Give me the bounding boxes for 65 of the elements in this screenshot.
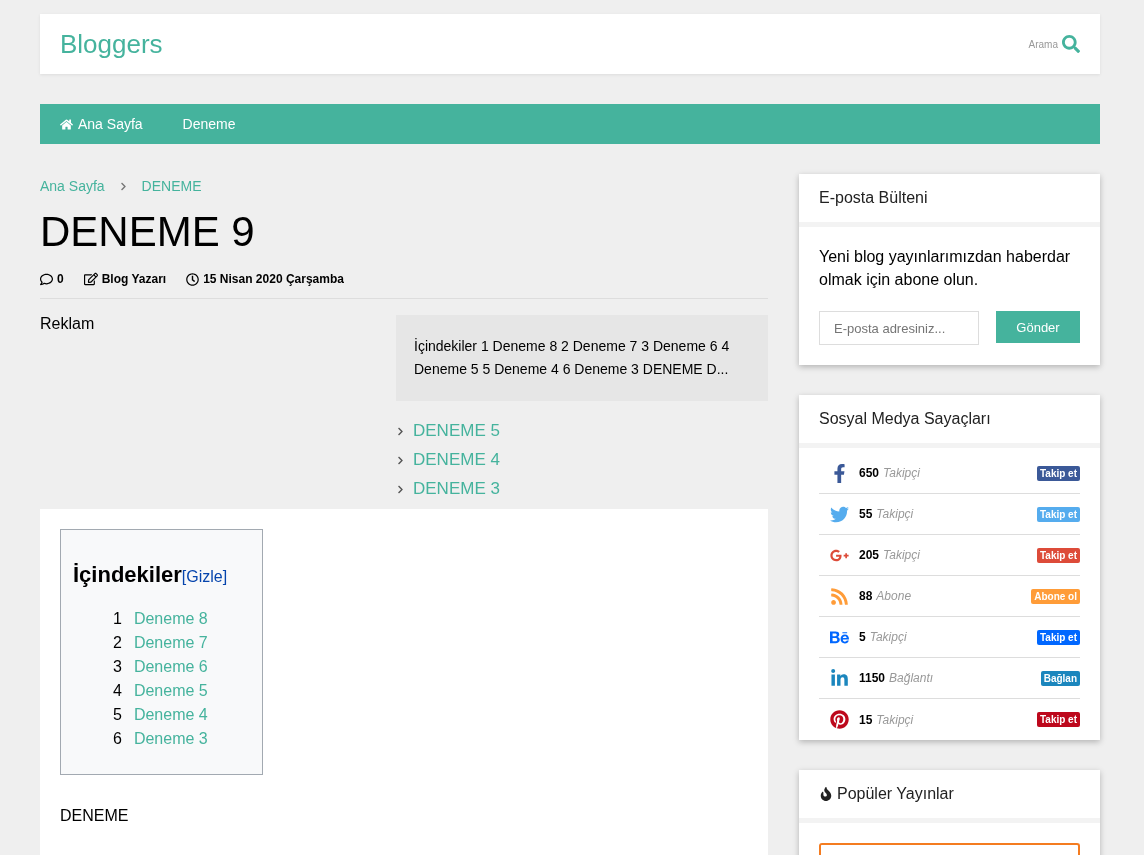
chevron-icon — [396, 426, 405, 436]
post-body: DENEME — [60, 807, 130, 825]
comment-count: 0 — [57, 272, 64, 286]
clock-icon — [186, 272, 200, 286]
edit-icon — [83, 272, 98, 286]
rss-icon — [829, 586, 849, 606]
follow-button[interactable]: Bağlan — [1040, 670, 1080, 686]
pinterest-icon — [829, 710, 849, 729]
toc-title: İçindekiler — [73, 562, 182, 588]
breadcrumb-link[interactable]: Ana Sayfa — [40, 178, 105, 194]
follow-button[interactable]: Takip et — [1036, 547, 1080, 563]
ad-label: Reklam — [40, 315, 95, 334]
widget-title: Sosyal Medya Sayaçları — [799, 395, 1100, 448]
email-field[interactable]: E-posta adresiniz... — [819, 311, 979, 345]
author-name: Blog Yazarı — [101, 272, 167, 286]
follower-count: 205 — [859, 548, 880, 562]
follower-count: 55 — [859, 507, 873, 521]
toc-link[interactable]: 3 Deneme 6 — [113, 658, 250, 676]
chevron-icon — [118, 181, 128, 191]
site-logo[interactable]: Bloggers — [60, 28, 163, 60]
search-button[interactable]: Arama — [1028, 35, 1080, 53]
follow-button[interactable]: Takip et — [1036, 506, 1080, 522]
follower-count: 650 — [859, 466, 880, 480]
search-icon — [1062, 35, 1080, 53]
breadcrumb-link[interactable]: DENEME — [141, 178, 202, 194]
count-unit: Takipçi — [883, 466, 921, 480]
toc-toggle[interactable]: [Gizle] — [181, 568, 228, 586]
nav-link[interactable]: Ana Sayfa — [60, 116, 143, 132]
nav-link[interactable]: Deneme — [182, 116, 236, 132]
toc-link[interactable]: 1 Deneme 8 — [113, 610, 250, 628]
related-post-link[interactable]: DENEME 5 — [396, 421, 768, 441]
count-unit: Takipçi — [883, 548, 921, 562]
count-unit: Bağlantı — [889, 671, 935, 685]
follow-button[interactable]: Takip et — [1036, 712, 1080, 727]
follower-count: 15 — [859, 712, 873, 727]
widget-title: Popüler Yayınlar — [837, 785, 954, 803]
fire-icon — [819, 787, 833, 801]
toc-link[interactable]: 4 Deneme 5 — [113, 682, 250, 700]
home-icon — [60, 117, 73, 131]
follow-button[interactable]: Takip et — [1036, 629, 1080, 645]
related-post-link[interactable]: DENEME 3 — [396, 479, 768, 499]
chevron-icon — [396, 455, 405, 465]
newsletter-text: Yeni blog yayınlarımızdan haberdar olmak için abone olun. — [819, 247, 1072, 290]
follower-count: 88 — [859, 589, 873, 603]
chevron-icon — [396, 484, 405, 494]
comment-icon — [40, 272, 53, 286]
count-unit: Abone — [876, 589, 913, 603]
count-unit: Takipçi — [869, 630, 908, 644]
count-unit: Takipçi — [876, 712, 915, 727]
post-summary: İçindekiler 1 Deneme 8 2 Deneme 7 3 Deneme 6 4 Deneme 5 5 Deneme 4 6 Deneme 3 DENEME D... — [396, 315, 768, 401]
toc-link[interactable]: 2 Deneme 7 — [113, 634, 250, 652]
post-title: DENEME 9 — [40, 208, 256, 256]
follower-count: 1150 — [859, 671, 886, 685]
send-button[interactable]: Gönder — [996, 311, 1080, 343]
toc-link[interactable]: 5 Deneme 4 — [113, 706, 250, 724]
linkedin-icon — [829, 668, 849, 688]
follower-count: 5 — [859, 630, 866, 644]
twitter-icon — [829, 504, 849, 524]
follow-button[interactable]: Takip et — [1036, 465, 1080, 481]
follow-button[interactable]: Abone ol — [1031, 588, 1080, 604]
widget-title: E-posta Bülteni — [799, 174, 1100, 227]
related-post-link[interactable]: DENEME 4 — [396, 450, 768, 470]
post-date: 15 Nisan 2020 Çarşamba — [203, 272, 344, 286]
toc-link[interactable]: 6 Deneme 3 — [113, 730, 250, 748]
count-unit: Takipçi — [876, 507, 915, 521]
